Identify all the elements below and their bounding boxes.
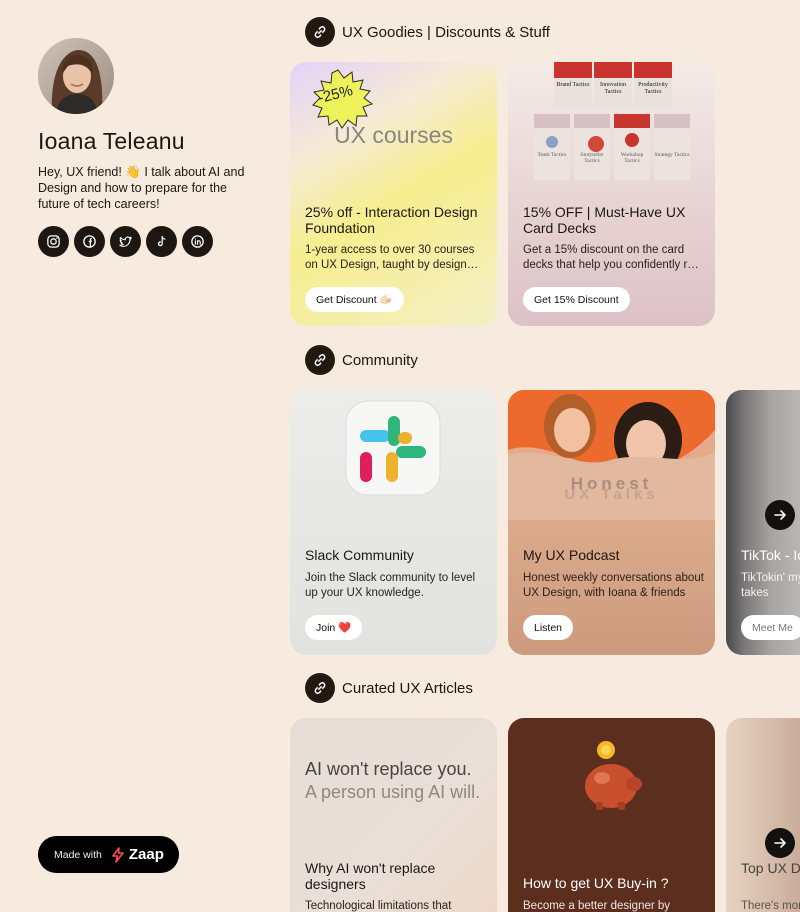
card-article-ai[interactable]: AI won't replace you. A person using AI … [290, 718, 497, 912]
card-ux-podcast[interactable]: Honest UX Talks My UX Podcast Honest wee… [508, 390, 715, 655]
get-15-discount-button[interactable]: Get 15% Discount [523, 287, 630, 312]
community-next-button[interactable] [765, 500, 795, 530]
card-article-top-designers[interactable]: Top UX Designers There's more to [726, 718, 800, 912]
instagram-icon [47, 235, 60, 248]
linkedin-icon [191, 235, 204, 248]
deck-title: Brand Tactics [556, 82, 590, 88]
podcast-cover-title-2: UX Talks [564, 486, 659, 503]
profile-name: Ioana Teleanu [38, 128, 185, 154]
get-discount-button[interactable]: Get Discount 🫱🏻 [305, 287, 404, 312]
deck-title: Innovation Tactics [600, 82, 626, 95]
card-title: TikTok - Ioana [741, 547, 800, 563]
section-community-header: Community [305, 345, 418, 375]
card-title: Top UX Designers [741, 860, 800, 876]
card-ux-decks[interactable]: Brand Tactics Innovation Tactics Product… [508, 62, 715, 326]
card-title: 15% OFF | Must-Have UX Card Decks [523, 204, 686, 236]
card-description: Technological limitations that [305, 900, 452, 912]
card-description: Get a 15% discount on the card decks tha… [523, 244, 701, 271]
section-title: UX Goodies | Discounts & Stuff [342, 23, 550, 41]
deck-title: Storyteller Tactics [580, 152, 604, 164]
card-description: Join the Slack community to level up you… [305, 572, 476, 599]
card-description: Honest weekly conversations about UX Des… [523, 572, 704, 599]
made-with-label: Made with [54, 848, 102, 861]
card-idf-image-text: UX courses [334, 122, 453, 148]
article-image-line-1: AI won't replace you. [305, 759, 472, 779]
link-icon [305, 673, 335, 703]
section-goodies-header: UX Goodies | Discounts & Stuff [305, 17, 550, 47]
instagram-link[interactable] [38, 226, 69, 257]
deck-title: Strategy Tactics [654, 152, 690, 158]
made-with-zaap-badge[interactable]: Made with Zaap [38, 836, 179, 873]
avatar[interactable] [38, 38, 114, 114]
article-image-line-2: A person using AI will. [305, 782, 481, 802]
zaap-brand-text: Zaap [128, 846, 164, 863]
card-description: There's more to [741, 900, 800, 912]
facebook-icon [83, 235, 96, 248]
card-description: TikTokin' my way through ranty UX takes [741, 572, 800, 599]
listen-button[interactable]: Listen [523, 615, 574, 640]
deck-title: Productivity Tactics [638, 82, 668, 95]
profile-bio: Hey, UX friend! 👋 I talk about AI and De… [38, 165, 245, 211]
facebook-link[interactable] [74, 226, 105, 257]
card-slack-community[interactable]: Slack Community Join the Slack community… [290, 390, 497, 655]
slack-logo-image [345, 400, 441, 496]
linkedin-link[interactable] [182, 226, 213, 257]
twitter-link[interactable] [110, 226, 141, 257]
twitter-icon [119, 236, 132, 247]
card-title: 25% off - Interaction Design Foundation [305, 204, 478, 236]
section-articles-header: Curated UX Articles [305, 673, 473, 703]
card-idf-discount[interactable]: -25% UX courses 25% off - Interaction De… [290, 62, 497, 326]
tiktok-icon [157, 235, 166, 247]
card-description: 1-year access to over 30 courses on UX D… [305, 244, 475, 271]
zaap-logo: Zaap [110, 846, 164, 863]
social-links [38, 226, 258, 257]
meet-me-button[interactable]: Meet Me [741, 615, 800, 640]
card-title: My UX Podcast [523, 547, 620, 563]
tiktok-link[interactable] [146, 226, 177, 257]
link-icon [305, 17, 335, 47]
card-article-buyin[interactable]: How to get UX Buy-in ? Become a better d… [508, 718, 715, 912]
card-title: Slack Community [305, 547, 414, 563]
articles-next-button[interactable] [765, 828, 795, 858]
card-description: Become a better designer by [523, 900, 671, 912]
deck-title: Workshop Tactics [620, 152, 644, 164]
zaap-bolt-icon [112, 846, 124, 863]
deck-title: Team Tactics [537, 152, 567, 158]
card-title: Why AI won't replace designers [305, 860, 436, 892]
card-title: How to get UX Buy-in ? [523, 875, 669, 891]
avatar-photo [38, 38, 114, 114]
section-title: Community [342, 351, 418, 369]
arrow-right-icon [774, 510, 786, 520]
join-button[interactable]: Join ❤️ [305, 615, 363, 640]
section-title: Curated UX Articles [342, 679, 473, 697]
arrow-right-icon [774, 838, 786, 848]
profile-panel: Ioana Teleanu Hey, UX friend! 👋 I talk a… [38, 38, 258, 257]
link-icon [305, 345, 335, 375]
piggy-bank-image [585, 741, 642, 810]
